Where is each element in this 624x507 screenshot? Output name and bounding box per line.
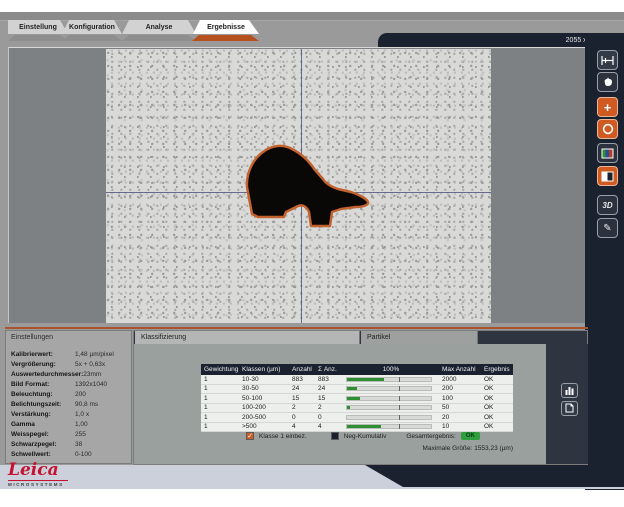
settings-row: Kalibrierwert:1,48 µm/pixel (11, 350, 131, 360)
pan-tool-button[interactable] (597, 72, 618, 92)
settings-rows: Kalibrierwert:1,48 µm/pixelVergrößerung:… (11, 350, 131, 460)
count-bar (346, 415, 432, 420)
histogram-button[interactable] (561, 383, 578, 398)
tab-label: Konfiguration (69, 24, 115, 31)
ellipse-tool-button[interactable] (597, 119, 618, 139)
column-header: Σ Anz. (315, 364, 343, 375)
overall-result-label: Gesamtergebnis: (406, 433, 456, 440)
annotate-button[interactable]: ✎ (597, 218, 618, 238)
render-3d-button[interactable]: 3D (597, 195, 618, 215)
column-header: Anzahl (289, 364, 315, 375)
tab-label: Einstellung (19, 24, 57, 31)
results-footer: ✓ Klasse 1 einbez. Neg-Kumulativ Gesamte… (246, 432, 480, 440)
tab-konfiguration[interactable]: Konfiguration (62, 20, 122, 34)
measure-tool-button[interactable] (597, 50, 618, 70)
count-bar (346, 396, 432, 401)
neg-cumulative-label: Neg-Kumulativ (344, 433, 387, 440)
image-viewport (8, 47, 585, 323)
column-header: Gewichtung (201, 364, 239, 375)
image-overlay-button[interactable] (597, 166, 618, 186)
settings-row: Gamma1,00 (11, 420, 131, 430)
image-icon (601, 148, 614, 159)
pen-icon: ✎ (603, 223, 611, 234)
app-window: Einstellung Konfiguration Analyse Ergebn… (0, 0, 624, 507)
table-row: 150-1001515100OK (201, 394, 513, 404)
3d-icon: 3D (602, 201, 612, 210)
tab-label: Partikel (367, 334, 390, 341)
caliper-icon (601, 55, 614, 66)
tab-underline (62, 35, 122, 41)
table-row: 1100-2002250OK (201, 404, 513, 414)
count-bar (346, 377, 432, 382)
overall-result-badge: OK (461, 432, 480, 440)
table-row: 1200-5000020OK (201, 413, 513, 423)
settings-row: Schwellwert:0-100 (11, 450, 131, 460)
bottom-dark-frame (365, 465, 624, 487)
document-icon (565, 400, 574, 418)
settings-row: Auswertedurchmesser:23mm (11, 370, 131, 380)
leica-logo-subtext: MICROSYSTEMS (8, 480, 68, 487)
settings-row: Beleuchtung:200 (11, 390, 131, 400)
max-size-label: Maximale Größe: 1553,23 (µm) (134, 445, 513, 452)
image-view-button[interactable] (597, 143, 618, 163)
column-header: 100% (343, 364, 439, 375)
table-body: 110-308838832000OK130-502424200OK150-100… (201, 375, 513, 432)
column-header: Max Anzahl (439, 364, 481, 375)
table-row: 130-502424200OK (201, 385, 513, 395)
leica-logo-text: Leica (8, 460, 68, 480)
column-header: Klassen (µm) (239, 364, 289, 375)
tab-partikel[interactable]: Partikel (361, 331, 478, 344)
settings-row: Weisspegel:255 (11, 430, 131, 440)
count-bar (346, 424, 432, 429)
column-header: Ergebnis (481, 364, 513, 375)
table-row: 1>5004410OK (201, 423, 513, 433)
tab-underline-active (192, 35, 259, 41)
table-header-row: GewichtungKlassen (µm)AnzahlΣ Anz.100%Ma… (201, 364, 513, 375)
settings-row: Verstärkung:1,0 x (11, 410, 131, 420)
image-contrast-icon (601, 171, 614, 182)
crosshair-icon: + (604, 101, 612, 114)
class1-checkbox-label: Klasse 1 einbez. (259, 433, 307, 440)
export-report-button[interactable] (561, 401, 578, 416)
settings-row: Belichtungszeit:90,8 ms (11, 400, 131, 410)
crosshair-tool-button[interactable]: + (597, 97, 618, 117)
menu-strip (0, 12, 624, 21)
settings-panel: Einstellungen Kalibrierwert:1,48 µm/pixe… (5, 330, 132, 464)
settings-panel-title: Einstellungen (11, 334, 131, 341)
results-panel: Klassifizierung Partikel GewichtungKlass… (133, 330, 588, 465)
tab-label: Klassifizierung (141, 334, 186, 341)
count-bar (346, 405, 432, 410)
tab-einstellung[interactable]: Einstellung (8, 20, 68, 34)
circle-icon (602, 123, 614, 135)
hand-icon (602, 76, 614, 88)
settings-row: Vergrößerung:5x + 0,63x (11, 360, 131, 370)
tab-underline (8, 35, 68, 41)
panel-divider (5, 327, 588, 329)
tab-underline (122, 35, 196, 41)
leica-logo: Leica MICROSYSTEMS (8, 460, 68, 487)
tab-label: Analyse (146, 24, 173, 31)
detected-particle (106, 49, 491, 323)
tab-ergebnisse[interactable]: Ergebnisse (193, 20, 259, 34)
tab-label: Ergebnisse (207, 24, 245, 31)
classification-table: GewichtungKlassen (µm)AnzahlΣ Anz.100%Ma… (201, 364, 513, 432)
settings-row: Schwarzpegel:38 (11, 440, 131, 450)
class1-checkbox[interactable]: ✓ (246, 432, 254, 440)
count-bar (346, 386, 432, 391)
tab-klassifizierung[interactable]: Klassifizierung (135, 331, 360, 344)
settings-row: Bild Format:1392x1040 (11, 380, 131, 390)
specimen-image[interactable] (106, 49, 491, 323)
tab-analyse[interactable]: Analyse (122, 20, 196, 34)
neg-cumulative-checkbox[interactable] (331, 432, 339, 440)
table-row: 110-308838832000OK (201, 375, 513, 385)
bar-chart-icon (565, 382, 575, 400)
